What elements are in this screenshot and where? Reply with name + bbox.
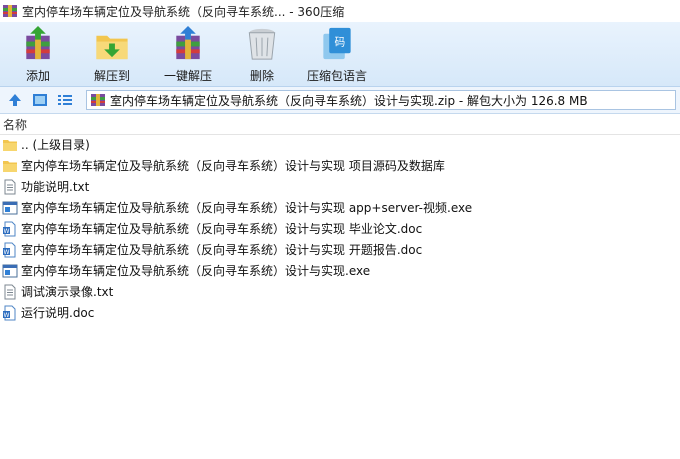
add-button[interactable]: 添加 (14, 24, 62, 84)
svg-text:W: W (4, 248, 10, 255)
file-name: 运行说明.doc (21, 306, 95, 320)
folder-icon (3, 139, 17, 151)
txt-file-icon (4, 179, 16, 194)
file-row[interactable]: W 室内停车场车辆定位及导航系统（反向寻车系统）设计与实现 毕业论文.doc (0, 218, 680, 239)
column-name-label: 名称 (3, 117, 28, 132)
thumbnail-view-button[interactable] (31, 91, 49, 109)
file-row[interactable]: 室内停车场车辆定位及导航系统（反向寻车系统）设计与实现 项目源码及数据库 (0, 155, 680, 176)
file-name: 室内停车场车辆定位及导航系统（反向寻车系统）设计与实现.exe (21, 264, 371, 278)
path-text: 室内停车场车辆定位及导航系统（反向寻车系统）设计与实现.zip - 解包大小为 … (110, 93, 588, 108)
up-level-button[interactable] (6, 91, 24, 109)
file-list: .. (上级目录) 室内停车场车辆定位及导航系统（反向寻车系统）设计与实现 项目源… (0, 134, 680, 323)
file-name: .. (上级目录) (21, 138, 90, 152)
extract-folder-icon (96, 35, 128, 60)
svg-text:W: W (4, 227, 10, 234)
svg-text:W: W (4, 311, 10, 318)
folder-icon (3, 160, 17, 172)
one-click-extract-label: 一键解压 (163, 69, 212, 83)
list-view-button[interactable] (56, 91, 74, 109)
window-title: 室内停车场车辆定位及导航系统（反向寻车系统... - 360压缩 (22, 4, 345, 19)
extract-to-label: 解压到 (93, 69, 130, 83)
archive-app-icon (3, 5, 17, 17)
file-row[interactable]: 室内停车场车辆定位及导航系统（反向寻车系统）设计与实现 app+server-视… (0, 197, 680, 218)
file-row[interactable]: 功能说明.txt (0, 176, 680, 197)
file-row[interactable]: .. (上级目录) (0, 134, 680, 155)
exe-file-icon (2, 264, 18, 277)
address-bar: 室内停车场车辆定位及导航系统（反向寻车系统）设计与实现.zip - 解包大小为 … (0, 87, 680, 114)
archive-language-label: 压缩包语言 (306, 69, 367, 83)
txt-file-icon (4, 284, 16, 299)
one-click-extract-icon (176, 25, 200, 60)
archive-language-icon: 码 (323, 27, 351, 60)
file-name: 室内停车场车辆定位及导航系统（反向寻车系统）设计与实现 毕业论文.doc (21, 222, 423, 236)
add-label: 添加 (25, 69, 50, 83)
file-row[interactable]: W 运行说明.doc (0, 302, 680, 323)
archive-language-button[interactable]: 码 压缩包语言 (304, 24, 370, 84)
svg-text:码: 码 (335, 35, 346, 48)
file-row[interactable]: W 室内停车场车辆定位及导航系统（反向寻车系统）设计与实现 开题报告.doc (0, 239, 680, 260)
doc-file-icon: W (3, 305, 16, 320)
one-click-extract-button[interactable]: 一键解压 (160, 24, 216, 84)
zip-file-icon (91, 94, 105, 106)
archive-window: 室内停车场车辆定位及导航系统（反向寻车系统... - 360压缩 添加 解压到 (0, 0, 680, 459)
extract-to-button[interactable]: 解压到 (88, 24, 136, 84)
path-field[interactable]: 室内停车场车辆定位及导航系统（反向寻车系统）设计与实现.zip - 解包大小为 … (86, 90, 676, 110)
file-name: 功能说明.txt (21, 180, 90, 194)
title-bar: 室内停车场车辆定位及导航系统（反向寻车系统... - 360压缩 (0, 0, 680, 22)
file-name: 调试演示录像.txt (21, 285, 114, 299)
delete-label: 删除 (249, 69, 274, 83)
column-header-name[interactable]: 名称 (0, 114, 680, 135)
exe-file-icon (2, 201, 18, 214)
delete-button[interactable]: 删除 (240, 24, 284, 84)
doc-file-icon: W (3, 221, 16, 236)
arrow-up-icon (9, 94, 21, 106)
file-row[interactable]: 调试演示录像.txt (0, 281, 680, 302)
toolbar: 添加 解压到 一键解压 删除 码 压缩包语言 (0, 22, 680, 87)
file-name: 室内停车场车辆定位及导航系统（反向寻车系统）设计与实现 项目源码及数据库 (21, 159, 445, 173)
trash-bin-icon (248, 28, 276, 60)
large-icon-view-icon (33, 94, 47, 106)
file-name: 室内停车场车辆定位及导航系统（反向寻车系统）设计与实现 app+server-视… (21, 201, 473, 215)
list-view-icon (58, 95, 72, 105)
file-name: 室内停车场车辆定位及导航系统（反向寻车系统）设计与实现 开题报告.doc (21, 243, 423, 257)
add-archive-icon (26, 25, 50, 60)
doc-file-icon: W (3, 242, 16, 257)
file-row[interactable]: 室内停车场车辆定位及导航系统（反向寻车系统）设计与实现.exe (0, 260, 680, 281)
